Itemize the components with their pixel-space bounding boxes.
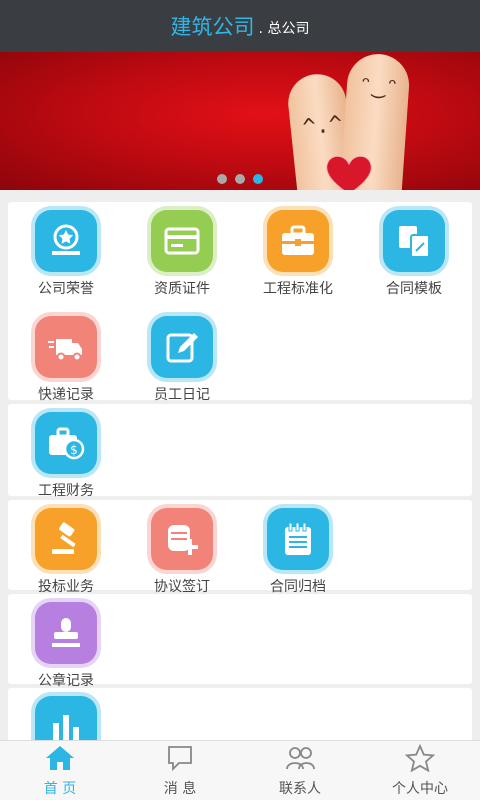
tab-message[interactable]: 消 息 bbox=[120, 741, 240, 800]
banner-face-left: ^.^ bbox=[301, 111, 344, 141]
menu-tile-label: 协议签订 bbox=[154, 579, 210, 595]
carousel-dot[interactable] bbox=[253, 174, 263, 184]
id-card-icon bbox=[151, 210, 213, 272]
bar-chart-icon bbox=[35, 696, 97, 740]
contacts-icon bbox=[285, 744, 315, 776]
menu-tile-label: 工程标准化 bbox=[263, 281, 333, 297]
menu-tile-label: 公章记录 bbox=[38, 673, 94, 689]
tab-star[interactable]: 个人中心 bbox=[360, 741, 480, 800]
stamp-icon bbox=[35, 602, 97, 664]
menu-tile-label: 员工日记 bbox=[154, 387, 210, 403]
menu-section bbox=[8, 688, 472, 740]
carousel-dot[interactable] bbox=[217, 174, 227, 184]
gavel-icon bbox=[35, 508, 97, 570]
edit-icon bbox=[151, 316, 213, 378]
bottom-tab-bar: 首 页 消 息 联系人 个人中心 bbox=[0, 740, 480, 800]
header-brand: 建筑公司 bbox=[170, 15, 255, 39]
menu-tile[interactable]: $ 工程财务 bbox=[8, 404, 124, 500]
menu-tile-label: 资质证件 bbox=[154, 281, 210, 297]
tab-label: 个人中心 bbox=[392, 780, 448, 797]
home-icon bbox=[45, 744, 75, 776]
banner-carousel[interactable]: ^.^ ᵔ‿ᵔ bbox=[0, 52, 480, 190]
menu-section: $ 工程财务 bbox=[8, 404, 472, 499]
menu-tile[interactable]: 投标业务 bbox=[8, 500, 124, 596]
menu-tile[interactable] bbox=[8, 688, 124, 740]
menu-section: 公章记录 bbox=[8, 594, 472, 689]
notepad-icon bbox=[267, 508, 329, 570]
message-icon bbox=[165, 744, 195, 776]
menu-tile-label: 投标业务 bbox=[38, 579, 94, 595]
menu-section: 投标业务 协议签订 合同归档 bbox=[8, 500, 472, 595]
menu-section: 公司荣誉 资质证件 工程标准化 合同模板快递记录 员工日记 bbox=[8, 202, 472, 403]
carousel-dot[interactable] bbox=[235, 174, 245, 184]
menu-tile-label: 合同归档 bbox=[270, 579, 326, 595]
tab-label: 首 页 bbox=[43, 780, 77, 797]
menu-tile-label: 工程财务 bbox=[38, 483, 94, 499]
menu-tile-label: 快递记录 bbox=[38, 387, 94, 403]
award-icon bbox=[35, 210, 97, 272]
truck-icon bbox=[35, 316, 97, 378]
menu-tile[interactable]: 员工日记 bbox=[124, 308, 240, 404]
header-suffix: . 总公司 bbox=[258, 21, 310, 37]
menu-tile[interactable]: 快递记录 bbox=[8, 308, 124, 404]
agreement-add-icon bbox=[151, 508, 213, 570]
tab-label: 消 息 bbox=[163, 780, 197, 797]
menu-tile[interactable]: 公司荣誉 bbox=[8, 202, 124, 298]
menu-tile[interactable]: 协议签订 bbox=[124, 500, 240, 596]
template-icon bbox=[383, 210, 445, 272]
app-header: 建筑公司 . 总公司 bbox=[0, 0, 480, 52]
menu-tile[interactable]: 公章记录 bbox=[8, 594, 124, 690]
banner-face-right: ᵔ‿ᵔ bbox=[358, 72, 400, 101]
tab-home[interactable]: 首 页 bbox=[0, 741, 120, 800]
heart-icon bbox=[326, 155, 372, 190]
menu-tile-label: 公司荣誉 bbox=[38, 281, 94, 297]
svg-text:$: $ bbox=[70, 443, 78, 457]
toolbox-icon bbox=[267, 210, 329, 272]
menu-scroll-area[interactable]: 公司荣誉 资质证件 工程标准化 合同模板快递记录 员工日记 $ 工程财务投标业务 协议签订 合同… bbox=[0, 200, 480, 740]
menu-tile[interactable]: 合同模板 bbox=[356, 202, 472, 298]
menu-tile[interactable]: 工程标准化 bbox=[240, 202, 356, 298]
menu-tile[interactable]: 合同归档 bbox=[240, 500, 356, 596]
carousel-indicator bbox=[0, 174, 480, 184]
tab-contacts[interactable]: 联系人 bbox=[240, 741, 360, 800]
menu-tile[interactable]: 资质证件 bbox=[124, 202, 240, 298]
finance-briefcase-icon: $ bbox=[35, 412, 97, 474]
star-icon bbox=[404, 743, 436, 776]
menu-tile-label: 合同模板 bbox=[386, 281, 442, 297]
tab-label: 联系人 bbox=[279, 780, 321, 797]
